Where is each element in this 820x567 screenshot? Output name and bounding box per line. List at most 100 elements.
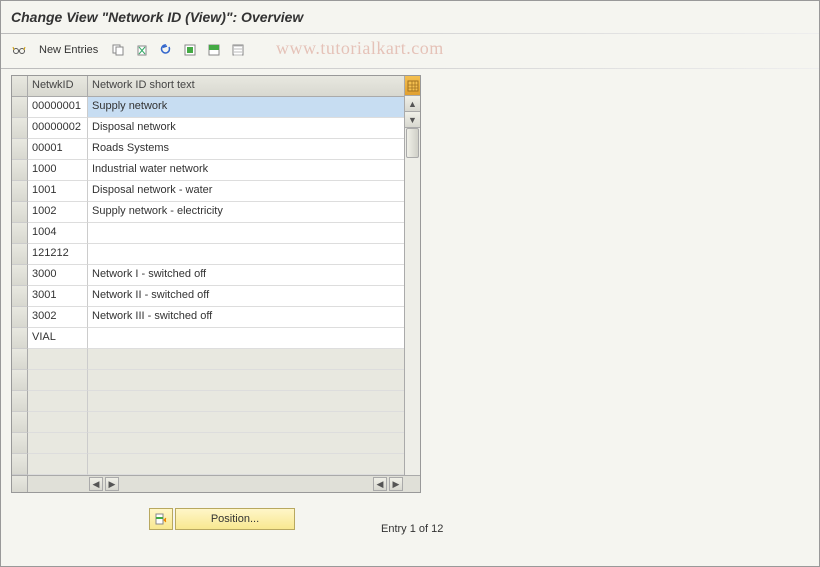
watermark-text: www.tutorialkart.com bbox=[276, 38, 444, 59]
row-handle[interactable] bbox=[12, 223, 28, 244]
undo-icon bbox=[159, 43, 173, 57]
position-button[interactable]: Position... bbox=[175, 508, 295, 530]
horizontal-scrollbar[interactable]: ◀ ▶ ◀ ▶ bbox=[12, 475, 420, 492]
cell-shorttext[interactable]: Network III - switched off bbox=[88, 307, 404, 328]
row-handle[interactable] bbox=[12, 328, 28, 349]
cell-shorttext[interactable]: Supply network bbox=[88, 97, 404, 118]
column-header-shorttext[interactable]: Network ID short text bbox=[88, 76, 404, 96]
deselect-all-button[interactable] bbox=[228, 40, 248, 60]
table-corner[interactable] bbox=[12, 76, 28, 96]
cell-shorttext[interactable]: Network II - switched off bbox=[88, 286, 404, 307]
cell-shorttext[interactable]: Roads Systems bbox=[88, 139, 404, 160]
row-handle bbox=[12, 412, 28, 433]
hscroll-right-button[interactable]: ▶ bbox=[105, 477, 119, 491]
header: Change View "Network ID (View)": Overvie… bbox=[1, 1, 819, 31]
table-row[interactable]: 121212 bbox=[12, 244, 404, 265]
table-row[interactable]: 3000Network I - switched off bbox=[12, 265, 404, 286]
position-icon bbox=[154, 512, 168, 526]
cell-netwkid[interactable]: 00001 bbox=[28, 139, 88, 160]
table-row[interactable]: VIAL bbox=[12, 328, 404, 349]
table-row[interactable]: 00000002Disposal network bbox=[12, 118, 404, 139]
toolbar: New Entries www.tutorialkart.com bbox=[1, 38, 819, 66]
table-row[interactable]: 00000001Supply network bbox=[12, 97, 404, 118]
cell-empty bbox=[88, 349, 404, 370]
copy-icon bbox=[111, 43, 125, 57]
select-all-button[interactable] bbox=[180, 40, 200, 60]
row-handle[interactable] bbox=[12, 97, 28, 118]
position-icon-button[interactable] bbox=[149, 508, 173, 530]
cell-empty bbox=[88, 454, 404, 475]
row-handle bbox=[12, 349, 28, 370]
cell-netwkid[interactable]: 00000002 bbox=[28, 118, 88, 139]
select-block-button[interactable] bbox=[204, 40, 224, 60]
column-header-netwkid[interactable]: NetwkID bbox=[28, 76, 88, 96]
cell-empty bbox=[88, 391, 404, 412]
row-handle bbox=[12, 433, 28, 454]
row-handle bbox=[12, 391, 28, 412]
scroll-thumb[interactable] bbox=[406, 128, 419, 158]
delete-button[interactable] bbox=[132, 40, 152, 60]
toggle-display-button[interactable] bbox=[9, 40, 29, 60]
table-row[interactable]: 3002Network III - switched off bbox=[12, 307, 404, 328]
hscroll-left-end-button[interactable]: ◀ bbox=[373, 477, 387, 491]
cell-shorttext[interactable] bbox=[88, 328, 404, 349]
cell-netwkid[interactable]: 3000 bbox=[28, 265, 88, 286]
row-handle[interactable] bbox=[12, 286, 28, 307]
cell-netwkid[interactable]: VIAL bbox=[28, 328, 88, 349]
row-handle[interactable] bbox=[12, 181, 28, 202]
table-config-button[interactable] bbox=[405, 76, 420, 96]
table-row-empty bbox=[12, 349, 404, 370]
row-handle[interactable] bbox=[12, 244, 28, 265]
scroll-down-button[interactable]: ▼ bbox=[405, 112, 420, 128]
cell-netwkid[interactable]: 1000 bbox=[28, 160, 88, 181]
cell-netwkid[interactable]: 00000001 bbox=[28, 97, 88, 118]
table-row[interactable]: 3001Network II - switched off bbox=[12, 286, 404, 307]
cell-shorttext[interactable] bbox=[88, 244, 404, 265]
cell-shorttext[interactable]: Supply network - electricity bbox=[88, 202, 404, 223]
scroll-up-button[interactable]: ▲ bbox=[405, 96, 420, 112]
row-handle[interactable] bbox=[12, 160, 28, 181]
table-row[interactable]: 1004 bbox=[12, 223, 404, 244]
table-header: NetwkID Network ID short text bbox=[12, 76, 404, 97]
hscroll-right-end-button[interactable]: ▶ bbox=[389, 477, 403, 491]
hscroll-left-button[interactable]: ◀ bbox=[89, 477, 103, 491]
table-row[interactable]: 00001Roads Systems bbox=[12, 139, 404, 160]
table-row[interactable]: 1001Disposal network - water bbox=[12, 181, 404, 202]
cell-empty bbox=[28, 370, 88, 391]
row-handle bbox=[12, 454, 28, 475]
cell-shorttext[interactable]: Network I - switched off bbox=[88, 265, 404, 286]
cell-empty bbox=[28, 433, 88, 454]
cell-netwkid[interactable]: 3001 bbox=[28, 286, 88, 307]
row-handle[interactable] bbox=[12, 139, 28, 160]
cell-netwkid[interactable]: 1001 bbox=[28, 181, 88, 202]
row-handle[interactable] bbox=[12, 118, 28, 139]
cell-empty bbox=[88, 370, 404, 391]
copy-button[interactable] bbox=[108, 40, 128, 60]
cell-empty bbox=[28, 454, 88, 475]
entry-count-label: Entry 1 of 12 bbox=[381, 523, 443, 535]
undo-button[interactable] bbox=[156, 40, 176, 60]
cell-netwkid[interactable]: 121212 bbox=[28, 244, 88, 265]
cell-shorttext[interactable]: Industrial water network bbox=[88, 160, 404, 181]
glasses-icon bbox=[12, 43, 26, 57]
table-row-empty bbox=[12, 433, 404, 454]
table-row[interactable]: 1000Industrial water network bbox=[12, 160, 404, 181]
row-handle[interactable] bbox=[12, 307, 28, 328]
table-row-empty bbox=[12, 412, 404, 433]
scroll-track[interactable] bbox=[405, 128, 420, 475]
new-entries-button[interactable]: New Entries bbox=[33, 42, 104, 58]
select-block-icon bbox=[207, 43, 221, 57]
cell-netwkid[interactable]: 1004 bbox=[28, 223, 88, 244]
cell-netwkid[interactable]: 1002 bbox=[28, 202, 88, 223]
cell-shorttext[interactable] bbox=[88, 223, 404, 244]
cell-shorttext[interactable]: Disposal network bbox=[88, 118, 404, 139]
cell-empty bbox=[88, 433, 404, 454]
table-row-empty bbox=[12, 370, 404, 391]
row-handle[interactable] bbox=[12, 202, 28, 223]
row-handle[interactable] bbox=[12, 265, 28, 286]
cell-netwkid[interactable]: 3002 bbox=[28, 307, 88, 328]
cell-shorttext[interactable]: Disposal network - water bbox=[88, 181, 404, 202]
cell-empty bbox=[88, 412, 404, 433]
vertical-scrollbar[interactable]: ▲ ▼ bbox=[404, 76, 420, 475]
table-row[interactable]: 1002Supply network - electricity bbox=[12, 202, 404, 223]
